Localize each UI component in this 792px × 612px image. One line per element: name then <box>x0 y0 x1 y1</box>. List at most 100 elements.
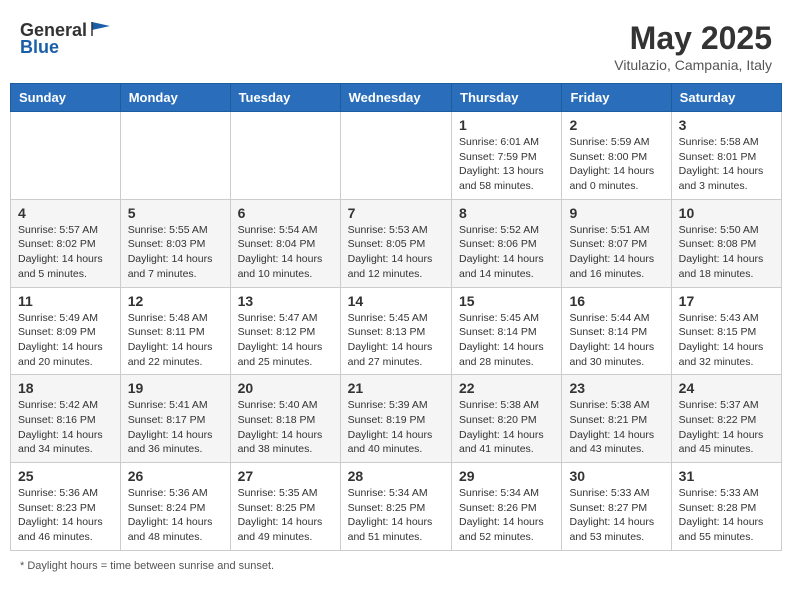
calendar-header-row: SundayMondayTuesdayWednesdayThursdayFrid… <box>11 84 782 112</box>
day-info: Sunrise: 5:49 AM Sunset: 8:09 PM Dayligh… <box>18 311 113 370</box>
footer-note: * Daylight hours = time between sunrise … <box>10 556 782 576</box>
calendar-cell: 7Sunrise: 5:53 AM Sunset: 8:05 PM Daylig… <box>340 199 451 287</box>
day-number: 11 <box>18 293 113 309</box>
day-number: 25 <box>18 468 113 484</box>
calendar-week-3: 11 Sunrise: 5:49 AM Sunset: 8:09 PM Dayli… <box>11 287 782 375</box>
day-number: 26 <box>128 468 223 484</box>
day-number: 12 <box>128 293 223 309</box>
day-info: Sunrise: 5:50 AM Sunset: 8:08 PM Dayligh… <box>679 223 774 282</box>
calendar-cell: 9Sunrise: 5:51 AM Sunset: 8:07 PM Daylig… <box>562 199 671 287</box>
day-number: 21 <box>348 380 444 396</box>
day-number: 13 <box>238 293 333 309</box>
day-number: 24 <box>679 380 774 396</box>
calendar-cell: 21 Sunrise: 5:39 AM Sunset: 8:19 PM Dayli… <box>340 375 451 463</box>
calendar-cell <box>120 112 230 200</box>
day-info: Sunrise: 6:01 AM Sunset: 7:59 PM Dayligh… <box>459 135 554 194</box>
day-number: 20 <box>238 380 333 396</box>
day-info: Sunrise: 5:44 AM Sunset: 8:14 PM Dayligh… <box>569 311 663 370</box>
calendar-week-5: 25 Sunrise: 5:36 AM Sunset: 8:23 PM Dayli… <box>11 463 782 551</box>
day-number: 22 <box>459 380 554 396</box>
day-number: 14 <box>348 293 444 309</box>
col-header-friday: Friday <box>562 84 671 112</box>
day-info: Sunrise: 5:45 AM Sunset: 8:14 PM Dayligh… <box>459 311 554 370</box>
day-info: Sunrise: 5:57 AM Sunset: 8:02 PM Dayligh… <box>18 223 113 282</box>
day-number: 23 <box>569 380 663 396</box>
calendar-week-1: 1Sunrise: 6:01 AM Sunset: 7:59 PM Daylig… <box>11 112 782 200</box>
day-info: Sunrise: 5:53 AM Sunset: 8:05 PM Dayligh… <box>348 223 444 282</box>
day-number: 31 <box>679 468 774 484</box>
day-info: Sunrise: 5:58 AM Sunset: 8:01 PM Dayligh… <box>679 135 774 194</box>
day-number: 28 <box>348 468 444 484</box>
calendar-cell: 11 Sunrise: 5:49 AM Sunset: 8:09 PM Dayli… <box>11 287 121 375</box>
location-subtitle: Vitulazio, Campania, Italy <box>614 57 772 73</box>
calendar-week-4: 18 Sunrise: 5:42 AM Sunset: 8:16 PM Dayli… <box>11 375 782 463</box>
calendar-cell: 1Sunrise: 6:01 AM Sunset: 7:59 PM Daylig… <box>452 112 562 200</box>
calendar-cell: 22 Sunrise: 5:38 AM Sunset: 8:20 PM Dayli… <box>452 375 562 463</box>
day-info: Sunrise: 5:39 AM Sunset: 8:19 PM Dayligh… <box>348 398 444 457</box>
day-info: Sunrise: 5:55 AM Sunset: 8:03 PM Dayligh… <box>128 223 223 282</box>
day-info: Sunrise: 5:47 AM Sunset: 8:12 PM Dayligh… <box>238 311 333 370</box>
day-number: 27 <box>238 468 333 484</box>
calendar-table: SundayMondayTuesdayWednesdayThursdayFrid… <box>10 83 782 551</box>
calendar-cell: 6Sunrise: 5:54 AM Sunset: 8:04 PM Daylig… <box>230 199 340 287</box>
day-info: Sunrise: 5:38 AM Sunset: 8:20 PM Dayligh… <box>459 398 554 457</box>
calendar-cell: 17 Sunrise: 5:43 AM Sunset: 8:15 PM Dayli… <box>671 287 781 375</box>
calendar-cell: 13 Sunrise: 5:47 AM Sunset: 8:12 PM Dayli… <box>230 287 340 375</box>
calendar-cell: 14Sunrise: 5:45 AM Sunset: 8:13 PM Dayli… <box>340 287 451 375</box>
day-number: 8 <box>459 205 554 221</box>
day-info: Sunrise: 5:41 AM Sunset: 8:17 PM Dayligh… <box>128 398 223 457</box>
logo: General Blue <box>20 20 112 58</box>
day-number: 29 <box>459 468 554 484</box>
title-area: May 2025 Vitulazio, Campania, Italy <box>614 20 772 73</box>
calendar-cell: 4 Sunrise: 5:57 AM Sunset: 8:02 PM Daylig… <box>11 199 121 287</box>
day-number: 10 <box>679 205 774 221</box>
calendar-cell: 19Sunrise: 5:41 AM Sunset: 8:17 PM Dayli… <box>120 375 230 463</box>
day-number: 4 <box>18 205 113 221</box>
day-info: Sunrise: 5:52 AM Sunset: 8:06 PM Dayligh… <box>459 223 554 282</box>
logo-flag-icon <box>90 20 112 38</box>
calendar-cell: 12 Sunrise: 5:48 AM Sunset: 8:11 PM Dayli… <box>120 287 230 375</box>
month-title: May 2025 <box>614 20 772 57</box>
day-number: 16 <box>569 293 663 309</box>
calendar-cell: 16 Sunrise: 5:44 AM Sunset: 8:14 PM Dayli… <box>562 287 671 375</box>
col-header-saturday: Saturday <box>671 84 781 112</box>
calendar-cell: 5 Sunrise: 5:55 AM Sunset: 8:03 PM Daylig… <box>120 199 230 287</box>
logo-blue: Blue <box>20 37 59 58</box>
calendar-week-2: 4 Sunrise: 5:57 AM Sunset: 8:02 PM Daylig… <box>11 199 782 287</box>
day-info: Sunrise: 5:42 AM Sunset: 8:16 PM Dayligh… <box>18 398 113 457</box>
day-info: Sunrise: 5:48 AM Sunset: 8:11 PM Dayligh… <box>128 311 223 370</box>
col-header-wednesday: Wednesday <box>340 84 451 112</box>
calendar-cell: 8 Sunrise: 5:52 AM Sunset: 8:06 PM Daylig… <box>452 199 562 287</box>
calendar-cell: 27Sunrise: 5:35 AM Sunset: 8:25 PM Dayli… <box>230 463 340 551</box>
day-number: 18 <box>18 380 113 396</box>
day-number: 5 <box>128 205 223 221</box>
calendar-cell: 20Sunrise: 5:40 AM Sunset: 8:18 PM Dayli… <box>230 375 340 463</box>
calendar-cell: 23 Sunrise: 5:38 AM Sunset: 8:21 PM Dayli… <box>562 375 671 463</box>
day-info: Sunrise: 5:59 AM Sunset: 8:00 PM Dayligh… <box>569 135 663 194</box>
day-info: Sunrise: 5:36 AM Sunset: 8:23 PM Dayligh… <box>18 486 113 545</box>
calendar-cell: 18 Sunrise: 5:42 AM Sunset: 8:16 PM Dayli… <box>11 375 121 463</box>
day-info: Sunrise: 5:33 AM Sunset: 8:27 PM Dayligh… <box>569 486 663 545</box>
calendar-cell <box>11 112 121 200</box>
calendar-cell <box>230 112 340 200</box>
calendar-cell: 26Sunrise: 5:36 AM Sunset: 8:24 PM Dayli… <box>120 463 230 551</box>
day-number: 17 <box>679 293 774 309</box>
day-info: Sunrise: 5:54 AM Sunset: 8:04 PM Dayligh… <box>238 223 333 282</box>
calendar-cell: 31 Sunrise: 5:33 AM Sunset: 8:28 PM Dayli… <box>671 463 781 551</box>
calendar-cell: 3 Sunrise: 5:58 AM Sunset: 8:01 PM Daylig… <box>671 112 781 200</box>
day-info: Sunrise: 5:51 AM Sunset: 8:07 PM Dayligh… <box>569 223 663 282</box>
calendar-cell: 10 Sunrise: 5:50 AM Sunset: 8:08 PM Dayli… <box>671 199 781 287</box>
col-header-thursday: Thursday <box>452 84 562 112</box>
col-header-sunday: Sunday <box>11 84 121 112</box>
day-info: Sunrise: 5:34 AM Sunset: 8:25 PM Dayligh… <box>348 486 444 545</box>
calendar-cell: 2Sunrise: 5:59 AM Sunset: 8:00 PM Daylig… <box>562 112 671 200</box>
calendar-cell: 29Sunrise: 5:34 AM Sunset: 8:26 PM Dayli… <box>452 463 562 551</box>
day-info: Sunrise: 5:38 AM Sunset: 8:21 PM Dayligh… <box>569 398 663 457</box>
day-info: Sunrise: 5:33 AM Sunset: 8:28 PM Dayligh… <box>679 486 774 545</box>
page-header: General Blue May 2025 Vitulazio, Campani… <box>10 10 782 78</box>
day-info: Sunrise: 5:37 AM Sunset: 8:22 PM Dayligh… <box>679 398 774 457</box>
day-info: Sunrise: 5:43 AM Sunset: 8:15 PM Dayligh… <box>679 311 774 370</box>
col-header-monday: Monday <box>120 84 230 112</box>
day-number: 3 <box>679 117 774 133</box>
day-number: 15 <box>459 293 554 309</box>
